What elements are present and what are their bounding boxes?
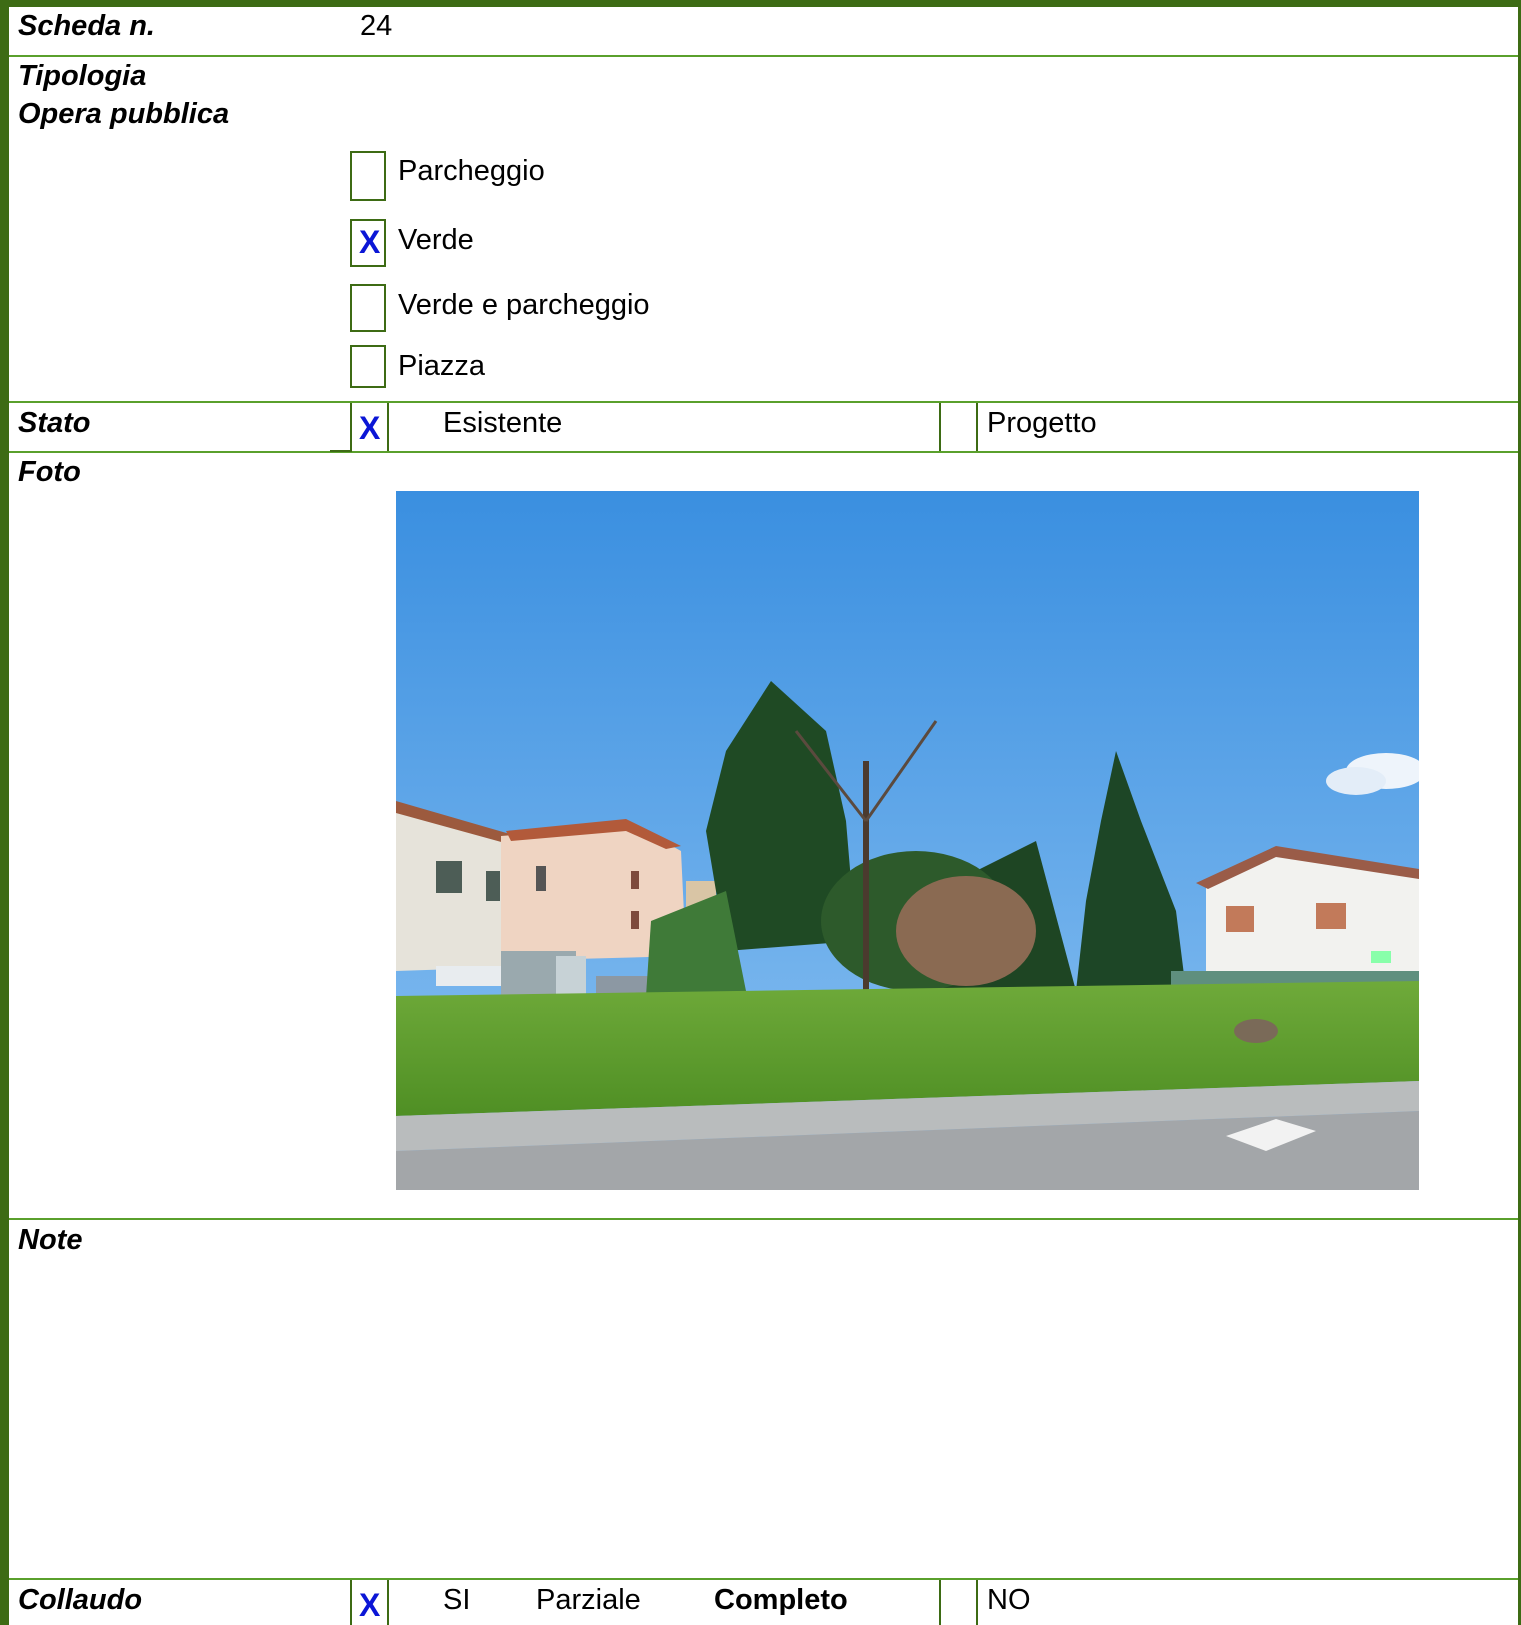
park-lawn-photo bbox=[396, 491, 1419, 1190]
option-piazza: Piazza bbox=[398, 350, 486, 382]
checkbox-verde-e-parcheggio[interactable] bbox=[350, 284, 386, 332]
divider bbox=[9, 55, 1518, 57]
stato-project-option[interactable]: Progetto bbox=[987, 405, 1097, 441]
collaudo-si-mark: X bbox=[359, 1587, 381, 1623]
collaudo-label: Collaudo bbox=[18, 1584, 143, 1616]
scheda-number: 24 bbox=[360, 10, 393, 42]
frame-left bbox=[0, 0, 9, 1625]
stato-cell-left bbox=[350, 403, 352, 451]
stato-project-box-left bbox=[939, 403, 941, 451]
collaudo-cell-left bbox=[350, 1580, 352, 1625]
collaudo-cell-right bbox=[387, 1580, 389, 1625]
option-verde: Verde bbox=[398, 224, 474, 256]
collaudo-si-option[interactable]: SI bbox=[443, 1582, 470, 1618]
note-text[interactable] bbox=[18, 1262, 1498, 1562]
scheda-label: Scheda n. bbox=[18, 10, 155, 42]
stato-cell-right bbox=[387, 403, 389, 451]
divider bbox=[9, 401, 1518, 403]
checkbox-piazza[interactable] bbox=[350, 345, 386, 388]
collaudo-parziale-option[interactable]: Parziale bbox=[536, 1582, 641, 1618]
frame-top bbox=[0, 0, 1521, 7]
opera-pubblica-label: Opera pubblica bbox=[18, 98, 230, 130]
stato-project-box-right bbox=[976, 403, 978, 451]
collaudo-completo-option[interactable]: Completo bbox=[714, 1582, 848, 1618]
divider bbox=[9, 451, 1518, 453]
divider bbox=[9, 1218, 1518, 1220]
stato-label: Stato bbox=[18, 407, 91, 439]
collaudo-no-option[interactable]: NO bbox=[987, 1582, 1031, 1618]
stato-existing-mark: X bbox=[359, 410, 381, 446]
stato-existing-option[interactable]: Esistente bbox=[443, 405, 562, 441]
collaudo-no-box-right bbox=[976, 1580, 978, 1625]
divider bbox=[9, 1578, 1518, 1580]
option-verde-e-parcheggio: Verde e parcheggio bbox=[398, 289, 650, 321]
collaudo-no-box-left bbox=[939, 1580, 941, 1625]
note-label: Note bbox=[18, 1224, 83, 1256]
checkbox-verde-mark: X bbox=[359, 224, 381, 260]
option-parcheggio: Parcheggio bbox=[398, 155, 545, 187]
tipologia-label: Tipologia bbox=[18, 60, 147, 92]
stato-cell-bottom bbox=[330, 450, 352, 452]
foto-label: Foto bbox=[18, 456, 81, 488]
record-sheet: Scheda n. 24 Tipologia Opera pubblica Pa… bbox=[0, 0, 1521, 1625]
checkbox-parcheggio[interactable] bbox=[350, 151, 386, 201]
